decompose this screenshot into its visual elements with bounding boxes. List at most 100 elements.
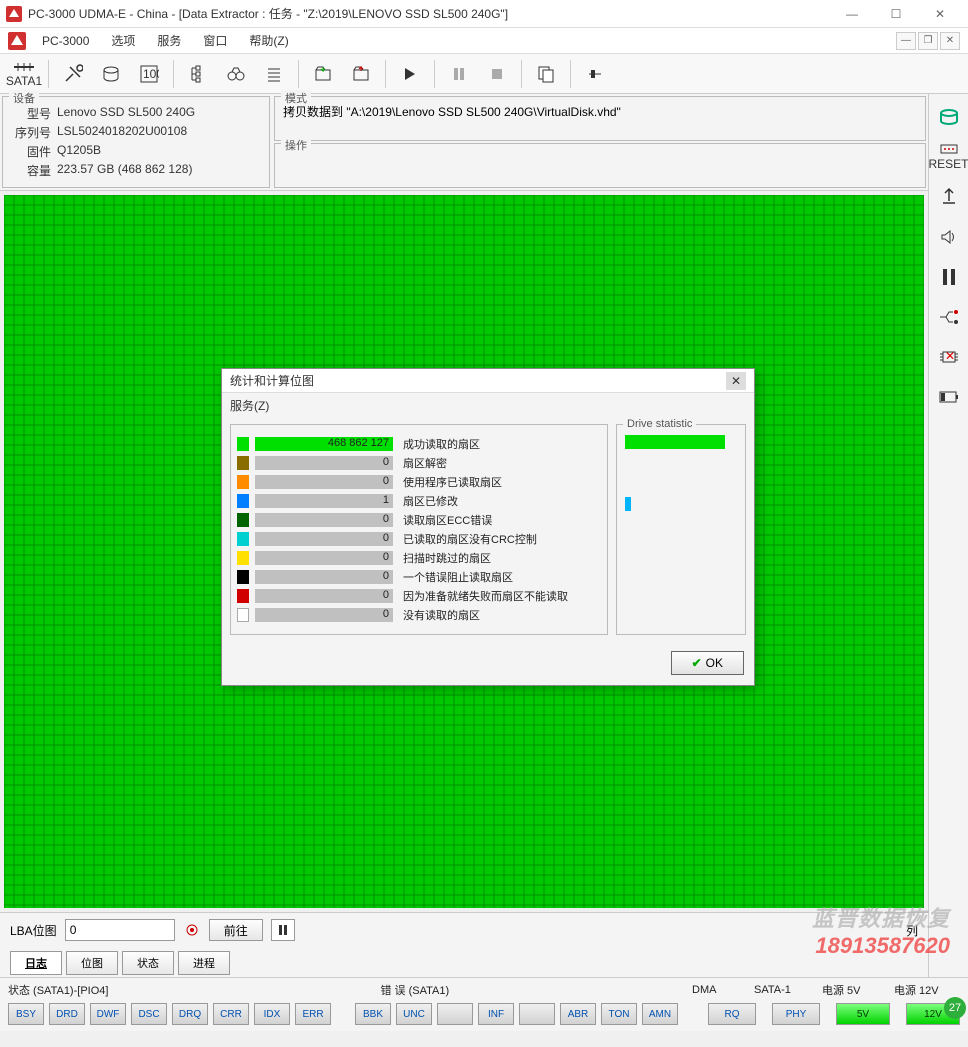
list-button[interactable] [256,57,292,91]
pause-icon [452,67,466,81]
side-connector-button[interactable] [934,302,964,332]
menu-options[interactable]: 选项 [101,29,145,52]
chip-icon: ✕ [938,348,960,366]
info-panel: 设备 型号Lenovo SSD SL500 240G 序列号LSL5024018… [0,94,928,191]
toolbar-separator [298,60,299,88]
status-header-row: 状态 (SATA1)-[PIO4] 错 误 (SATA1) DMA SATA-1… [0,977,968,999]
error-amn[interactable]: AMN [642,1003,678,1025]
tab-bitmap[interactable]: 位图 [66,951,118,975]
side-battery-button[interactable] [934,382,964,412]
dialog-close-button[interactable]: ✕ [726,372,746,390]
power-5v[interactable]: 5V [836,1003,890,1025]
error-unc[interactable]: UNC [396,1003,432,1025]
side-audio-button[interactable] [934,222,964,252]
close-button[interactable]: ✕ [918,2,962,26]
mode-legend: 模式 [281,90,311,106]
percent-button[interactable]: 100% [131,57,167,91]
error-blank1[interactable] [437,1003,473,1025]
error-blank2[interactable] [519,1003,555,1025]
tab-log[interactable]: 日志 [10,951,62,975]
stats-desc: 已读取的扇区没有CRC控制 [403,531,601,547]
side-reset-button[interactable]: RESET [934,142,964,172]
target-flag-icon[interactable] [183,921,201,939]
stats-desc: 因为准备就绪失败而扇区不能读取 [403,588,601,604]
binoculars-icon [226,64,246,84]
stats-row: 0因为准备就绪失败而扇区不能读取 [237,588,601,604]
tab-process[interactable]: 进程 [178,951,230,975]
status-bsy[interactable]: BSY [8,1003,44,1025]
search-button[interactable] [218,57,254,91]
tab-status[interactable]: 状态 [122,951,174,975]
disk-icon [938,106,960,128]
stats-desc: 扇区解密 [403,455,601,471]
side-pause-button[interactable] [934,262,964,292]
stats-row: 1扇区已修改 [237,493,601,509]
connector-icon [938,308,960,326]
error-inf[interactable]: INF [478,1003,514,1025]
copy-button[interactable] [528,57,564,91]
stop-button[interactable] [479,57,515,91]
folder-in-icon [313,64,333,84]
status-dsc[interactable]: DSC [131,1003,167,1025]
drive-statistic-box: Drive statistic [616,424,746,635]
mdi-minimize[interactable]: — [896,32,916,50]
dialog-menu[interactable]: 服务(Z) [222,393,754,418]
menu-window[interactable]: 窗口 [193,29,237,52]
tools-button[interactable] [55,57,91,91]
menu-app[interactable]: PC-3000 [32,31,99,51]
stats-row: 0使用程序已读取扇区 [237,474,601,490]
tab-row: 日志 位图 状态 进程 [0,947,928,977]
error-bbk[interactable]: BBK [355,1003,391,1025]
color-swatch [237,456,249,470]
tree-button[interactable] [180,57,216,91]
color-swatch [237,532,249,546]
lba-controls: LBA位图 前往 列 [0,912,928,947]
slider-button[interactable] [577,57,613,91]
stats-value: 0 [383,570,389,582]
folder-out-button[interactable] [343,57,379,91]
maximize-button[interactable]: ☐ [874,2,918,26]
sata-port-button[interactable]: SATA1 [6,57,42,91]
lba-input[interactable] [65,919,175,941]
disk-info-button[interactable] [93,57,129,91]
pause-indicator[interactable] [271,919,295,941]
ok-label: OK [706,656,723,670]
p5v-label: 电源 5V [822,982,888,998]
status-dwf[interactable]: DWF [90,1003,126,1025]
stats-bar: 468 862 127 [255,437,393,451]
menu-services[interactable]: 服务 [147,29,191,52]
goto-button[interactable]: 前往 [209,919,263,941]
stats-value: 0 [383,551,389,563]
side-eject-button[interactable] [934,182,964,212]
stats-bar: 0 [255,513,393,527]
folder-in-button[interactable] [305,57,341,91]
status-crr[interactable]: CRR [213,1003,249,1025]
by-column-label: 列 [906,922,918,939]
menu-help[interactable]: 帮助(Z) [239,29,298,52]
sata-phy[interactable]: PHY [772,1003,820,1025]
pause-button[interactable] [441,57,477,91]
stats-value: 0 [383,475,389,487]
status-drd[interactable]: DRD [49,1003,85,1025]
mdi-controls: — ❐ ✕ [896,32,960,50]
color-swatch [237,608,249,622]
side-chip-button[interactable]: ✕ [934,342,964,372]
status-err[interactable]: ERR [295,1003,331,1025]
play-button[interactable] [392,57,428,91]
color-swatch [237,513,249,527]
dma-rq[interactable]: RQ [708,1003,756,1025]
mdi-restore[interactable]: ❐ [918,32,938,50]
play-icon [403,67,417,81]
operation-groupbox: 操作 [274,143,926,188]
error-abr[interactable]: ABR [560,1003,596,1025]
side-disk-button[interactable] [934,102,964,132]
dialog-titlebar[interactable]: 统计和计算位图 ✕ [222,369,754,393]
mdi-close[interactable]: ✕ [940,32,960,50]
minimize-button[interactable]: — [830,2,874,26]
error-ton[interactable]: TON [601,1003,637,1025]
ok-button[interactable]: ✔ OK [671,651,744,675]
toolbar-separator [385,60,386,88]
status-idx[interactable]: IDX [254,1003,290,1025]
status-drq[interactable]: DRQ [172,1003,208,1025]
operation-legend: 操作 [281,137,311,153]
